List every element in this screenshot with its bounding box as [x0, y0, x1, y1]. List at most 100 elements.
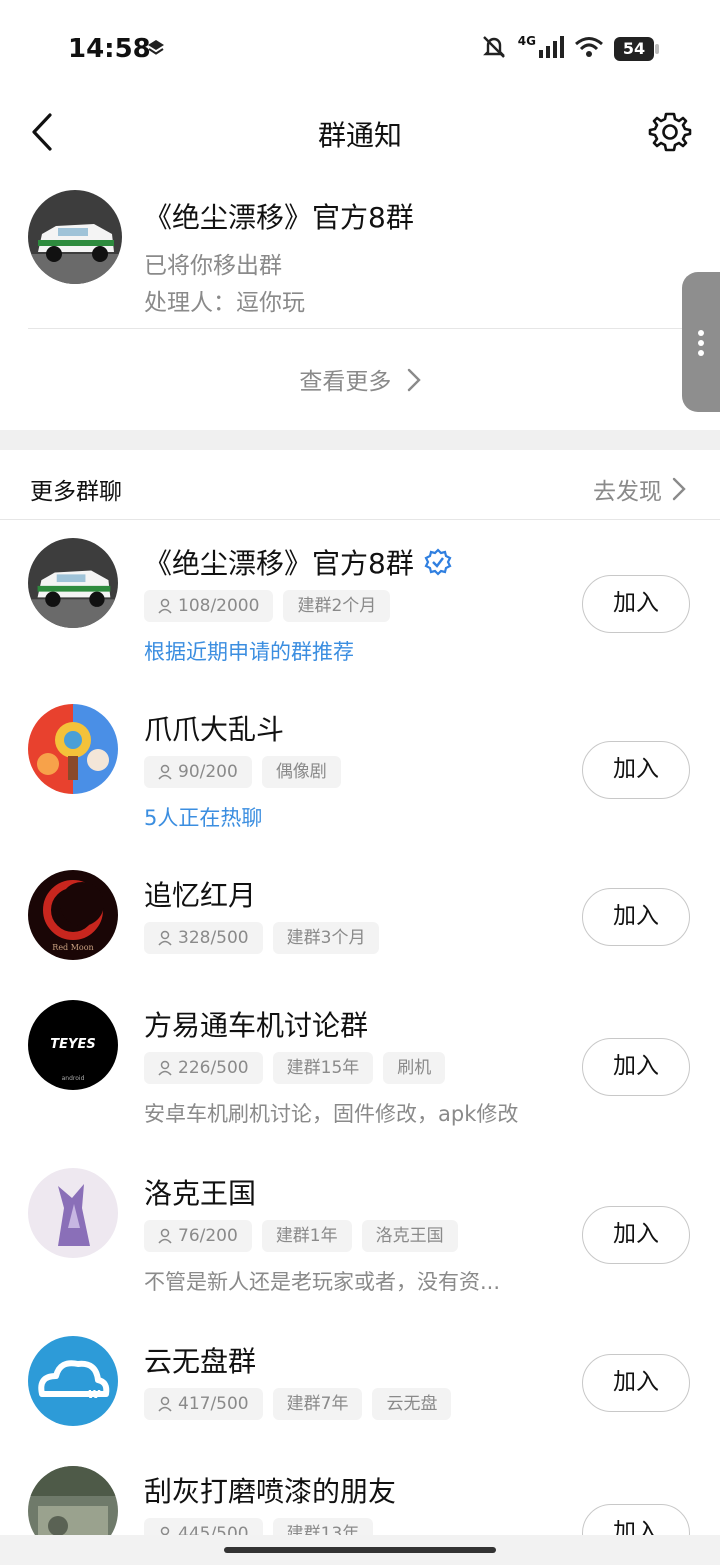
more-groups-header: 更多群聊 去发现 — [0, 450, 720, 520]
person-icon — [158, 1396, 172, 1412]
join-button[interactable]: 加入 — [582, 1504, 690, 1535]
page-title: 群通知 — [317, 119, 402, 152]
group-tag: 洛克王国 — [361, 1220, 458, 1252]
group-tags: 226/500 建群15年 刷机 — [144, 1052, 446, 1084]
group-description: 安卓车机刷机讨论，固件修改，apk修改 — [144, 1102, 519, 1126]
group-name-text: 《绝尘漂移》官方8群 — [144, 547, 414, 580]
group-tags: 417/500 建群7年 云无盘 — [144, 1388, 452, 1420]
status-time: 14:58 — [68, 34, 151, 64]
wifi-icon — [574, 36, 604, 62]
group-tag: 建群3个月 — [272, 922, 380, 954]
network-label: 4G — [517, 34, 536, 48]
status-bar: 14:58 4G 54 — [0, 0, 720, 96]
settings-button[interactable] — [648, 110, 692, 154]
member-count: 417/500 — [178, 1394, 249, 1414]
see-more-link[interactable]: 查看更多 — [0, 362, 720, 398]
person-icon — [158, 598, 172, 614]
signal-icon — [538, 36, 564, 62]
group-list-item[interactable]: w 云无盘群 417/500 建群7年 云无盘 加入 — [0, 1318, 720, 1448]
member-count-tag: 108/2000 — [144, 590, 274, 622]
group-name: 《绝尘漂移》官方8群 — [144, 542, 452, 582]
join-button[interactable]: 加入 — [582, 741, 690, 799]
join-button[interactable]: 加入 — [582, 1206, 690, 1264]
floating-side-handle[interactable] — [682, 272, 720, 412]
group-recommend-reason: 根据近期申请的群推荐 — [144, 640, 354, 664]
group-tags: 90/200 偶像剧 — [144, 756, 341, 788]
group-name: 云无盘群 — [144, 1345, 257, 1378]
avatar-text-android: android — [62, 1075, 85, 1082]
group-avatar — [28, 538, 118, 628]
notice-handler: 处理人：逗你玩 — [144, 290, 305, 316]
join-button[interactable]: 加入 — [582, 1038, 690, 1096]
member-count: 328/500 — [178, 928, 249, 948]
group-tag: 建群13年 — [272, 1518, 374, 1535]
group-description: 不管是新人还是老玩家或者，没有资... — [144, 1270, 501, 1294]
group-avatar — [28, 1466, 118, 1535]
group-tag: 刷机 — [383, 1052, 446, 1084]
group-name: 洛克王国 — [144, 1177, 257, 1210]
group-name: 追忆红月 — [144, 879, 257, 912]
battery-indicator: 54 — [614, 37, 659, 61]
group-list-item[interactable]: 刮灰打磨喷漆的朋友 445/500 建群13年 加入 — [0, 1448, 720, 1535]
verified-badge-icon — [424, 548, 452, 576]
person-icon — [158, 764, 172, 780]
see-more-label: 查看更多 — [299, 369, 392, 395]
group-avatar — [28, 190, 122, 284]
person-icon — [158, 1060, 172, 1076]
member-count: 108/2000 — [178, 596, 260, 616]
gear-icon — [648, 112, 692, 152]
group-avatar — [28, 1168, 118, 1258]
group-tag: 建群7年 — [272, 1388, 363, 1420]
group-list-item[interactable]: 洛克王国 76/200 建群1年 洛克王国 不管是新人还是老玩家或者，没有资..… — [0, 1150, 720, 1318]
member-count: 90/200 — [178, 762, 238, 782]
group-list-item[interactable]: TEYES android 方易通车机讨论群 226/500 建群15年 刷机 … — [0, 982, 720, 1150]
member-count: 226/500 — [178, 1058, 249, 1078]
status-icons: 4G 54 — [480, 34, 659, 64]
group-avatar: w — [28, 1336, 118, 1426]
avatar-text-teyes: TEYES — [50, 1037, 95, 1052]
member-count-tag: 417/500 — [144, 1388, 263, 1420]
group-tag: 云无盘 — [372, 1388, 452, 1420]
group-tag: 建群2个月 — [283, 590, 391, 622]
discover-link[interactable]: 去发现 — [593, 472, 686, 506]
member-count: 76/200 — [178, 1226, 238, 1246]
group-tag: 偶像剧 — [261, 756, 341, 788]
group-avatar: Red Moon — [28, 870, 118, 960]
group-list-item[interactable]: 《绝尘漂移》官方8群 108/2000 建群2个月 根据近期申请的群推荐 加入 — [0, 520, 720, 686]
member-count-tag: 445/500 — [144, 1518, 263, 1535]
layers-icon — [146, 38, 166, 62]
member-count-tag: 76/200 — [144, 1220, 252, 1252]
group-tag: 建群15年 — [272, 1052, 374, 1084]
mute-icon — [480, 34, 508, 64]
member-count-tag: 328/500 — [144, 922, 263, 954]
group-name: 爪爪大乱斗 — [144, 713, 285, 746]
group-avatar: TEYES android — [28, 1000, 118, 1090]
group-list-item[interactable]: 爪爪大乱斗 90/200 偶像剧 5人正在热聊 加入 — [0, 686, 720, 852]
group-active-chat: 5人正在热聊 — [144, 806, 263, 830]
avatar-text-red-moon: Red Moon — [52, 943, 93, 952]
top-nav: 群通知 — [0, 96, 720, 168]
member-count: 445/500 — [178, 1524, 249, 1535]
chevron-right-icon — [672, 477, 686, 501]
group-avatar — [28, 704, 118, 794]
person-icon — [158, 1228, 172, 1244]
section-divider — [0, 430, 720, 450]
group-tags: 328/500 建群3个月 — [144, 922, 380, 954]
person-icon — [158, 930, 172, 946]
join-button[interactable]: 加入 — [582, 888, 690, 946]
group-tags: 108/2000 建群2个月 — [144, 590, 391, 622]
member-count-tag: 226/500 — [144, 1052, 263, 1084]
more-groups-title: 更多群聊 — [30, 479, 122, 505]
home-indicator[interactable] — [224, 1547, 496, 1553]
join-button[interactable]: 加入 — [582, 1354, 690, 1412]
group-tag: 建群1年 — [261, 1220, 352, 1252]
notice-item[interactable]: 《绝尘漂移》官方8群 已将你移出群 处理人：逗你玩 — [28, 186, 692, 329]
group-name: 刮灰打磨喷漆的朋友 — [144, 1475, 397, 1508]
group-tags: 445/500 建群13年 — [144, 1518, 374, 1535]
group-tags: 76/200 建群1年 洛克王国 — [144, 1220, 458, 1252]
chevron-right-icon — [407, 368, 421, 398]
person-icon — [160, 1526, 170, 1535]
group-list-item[interactable]: Red Moon 追忆红月 328/500 建群3个月 加入 — [0, 852, 720, 982]
svg-text:w: w — [88, 1386, 101, 1402]
join-button[interactable]: 加入 — [582, 575, 690, 633]
